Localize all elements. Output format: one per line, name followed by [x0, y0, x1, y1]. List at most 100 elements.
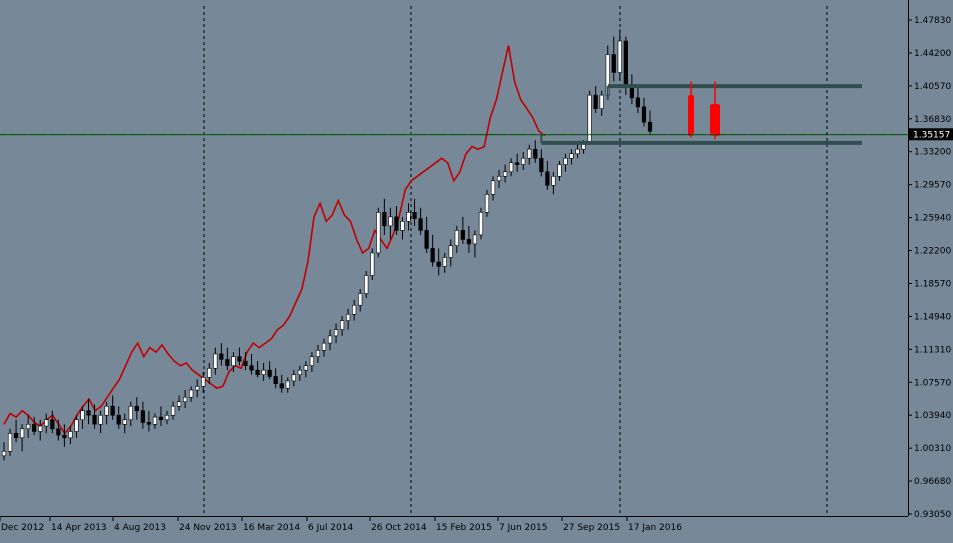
y-tick-label: 1.47830 [914, 16, 951, 26]
candle-body [412, 212, 417, 219]
candle-body [267, 369, 272, 377]
candle-body [635, 97, 641, 108]
candle-body [527, 148, 532, 159]
candle-body [315, 350, 321, 357]
candle-body [68, 431, 73, 439]
candle-body [38, 425, 43, 432]
candle-body [466, 239, 471, 245]
y-tick-label: 1.03940 [914, 411, 951, 421]
chart-root: 1.47830 1.44200 1.40570 1.36830 1.33200 1.295… [0, 0, 953, 538]
candle-body [279, 383, 284, 389]
candle-body [515, 162, 520, 165]
y-tick-label: 1.18570 [914, 279, 951, 289]
candle-body [261, 369, 266, 375]
current-price-label: 1.35157 [909, 128, 953, 141]
candle-body [243, 360, 248, 366]
candle-body [297, 369, 302, 375]
candle-body [575, 148, 580, 155]
candle-body [164, 414, 170, 421]
candle-body [158, 416, 164, 421]
candle-body [74, 419, 79, 432]
x-tick-label: 14 Apr 2013 [51, 523, 107, 533]
candle-body [490, 180, 496, 195]
candle-body [611, 54, 616, 73]
candle-body [98, 414, 103, 425]
price-chart[interactable]: 1.47830 1.44200 1.40570 1.36830 1.33200 1.295… [0, 0, 953, 538]
candle-body [424, 230, 429, 249]
candle-body [1, 451, 7, 457]
candle-body [273, 376, 278, 384]
candle-body [569, 153, 574, 159]
candle-body [13, 432, 19, 439]
y-tick-label: 0.96680 [914, 477, 951, 487]
candle-body [104, 405, 109, 416]
candle-body [587, 94, 592, 144]
candle [587, 90, 592, 145]
candle-body [406, 212, 411, 222]
y-tick-label: 0.93050 [914, 510, 951, 520]
x-tick-label: 15 Feb 2015 [436, 523, 492, 533]
candle-body [176, 401, 182, 407]
candle [370, 248, 375, 280]
signal-body [688, 95, 694, 136]
candle-body [134, 405, 139, 412]
candle-body [249, 365, 254, 371]
candle-body [116, 414, 121, 425]
candle-body [430, 248, 435, 263]
y-tick-label: 1.29570 [914, 181, 951, 191]
y-tick-label: 1.00310 [914, 444, 951, 454]
candle-body [563, 157, 568, 165]
candle-body [539, 157, 544, 173]
candle-body [110, 405, 115, 416]
candle-body [436, 261, 441, 267]
candle-body [152, 416, 158, 425]
candle-body [593, 94, 598, 109]
y-tick-label: 1.40570 [914, 82, 951, 92]
x-tick-label: 16 Mar 2014 [243, 523, 300, 533]
candle-body [183, 396, 188, 403]
candle-body [333, 329, 339, 337]
y-tick-label: 1.22200 [914, 247, 951, 257]
candle-body [551, 175, 556, 186]
candle-body [454, 230, 459, 247]
y-tick-label: 1.33200 [914, 148, 951, 158]
candle-body [484, 194, 490, 213]
candle-body [309, 356, 315, 366]
candle-body [327, 335, 333, 344]
y-tick-label: 1.25940 [914, 214, 951, 224]
candle-body [641, 106, 647, 123]
signal-body [710, 104, 720, 136]
candle-body [32, 423, 37, 432]
candle-body [364, 275, 369, 294]
candle-body [448, 245, 453, 258]
candle-body [225, 359, 230, 366]
x-tick-label: 7 Jun 2015 [499, 523, 547, 533]
candle-body [521, 157, 526, 165]
y-tick-label: 1.11310 [914, 345, 951, 355]
candle-body [394, 216, 399, 231]
x-tick-label: Dec 2012 [1, 523, 44, 533]
candle-body [255, 369, 260, 375]
candle-body [128, 405, 133, 421]
candle-body [370, 252, 375, 276]
candle-body [533, 148, 538, 159]
candle-body [303, 365, 308, 371]
candle-body [509, 162, 514, 173]
candle-body [376, 212, 381, 254]
candle-body [647, 121, 653, 132]
candle-body [50, 419, 55, 430]
x-tick-label: 24 Nov 2013 [179, 523, 237, 533]
candle-body [195, 386, 200, 391]
candle-body [400, 221, 405, 231]
candle-body [545, 171, 550, 186]
candle-body [26, 423, 31, 430]
candle-body [122, 419, 127, 425]
candle-body [418, 218, 423, 231]
candle-body [213, 353, 218, 369]
candle-body [496, 175, 502, 182]
candle-body [92, 414, 97, 425]
candle-body [201, 377, 206, 387]
candle-body [617, 40, 622, 73]
x-tick-label: 26 Oct 2014 [371, 523, 427, 533]
chart-background [0, 0, 953, 538]
